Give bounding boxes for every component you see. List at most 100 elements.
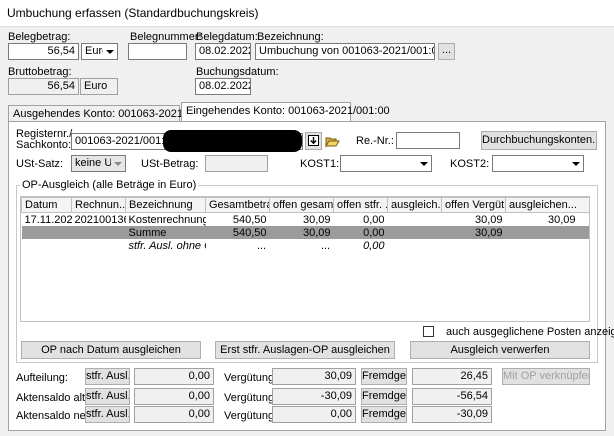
aktensaldo-neu-label: Aktensaldo neu: bbox=[16, 410, 95, 422]
table-cell: stfr. Ausl. ohne OP bbox=[128, 239, 206, 252]
renr-label: Re.-Nr.: bbox=[356, 135, 394, 147]
buchungsdatum-input[interactable]: 08.02.2022 bbox=[195, 78, 251, 95]
durchbuchungskonten-button[interactable]: Durchbuchungskonten... bbox=[481, 131, 597, 150]
table-row: stfr. Ausl. ohne OP ... ... 0,00 bbox=[22, 239, 590, 252]
stfr-ausl-button[interactable]: stfr. Ausl.: bbox=[85, 368, 130, 385]
table-cell[interactable] bbox=[388, 213, 442, 227]
open-folder-button[interactable] bbox=[324, 132, 341, 150]
kost2-label: KOST2: bbox=[450, 158, 490, 170]
table-cell bbox=[21, 226, 72, 239]
table-cell: Kostenrechnung bbox=[128, 213, 206, 226]
ust-satz-select[interactable]: keine USt bbox=[71, 155, 126, 172]
table-cell: ... bbox=[321, 239, 331, 252]
chevron-down-icon[interactable] bbox=[569, 156, 583, 171]
ust-satz-label: USt-Satz: bbox=[16, 158, 64, 170]
mit-op-verknuepfen-button[interactable]: Mit OP verknüpfen... bbox=[502, 368, 590, 385]
kost1-label: KOST1: bbox=[300, 158, 340, 170]
table-cell bbox=[71, 226, 126, 239]
table-cell: 30,09 bbox=[302, 213, 331, 226]
belegdatum-input[interactable]: 08.02.2022 bbox=[195, 43, 251, 60]
fremdgeld-button[interactable]: Fremdgeld: bbox=[361, 388, 407, 405]
column-header[interactable]: Gesamtbetrag bbox=[205, 197, 270, 213]
stfr-ausl-button[interactable]: stfr. Ausl.: bbox=[85, 406, 130, 423]
belegdatum-label: Belegdatum: bbox=[196, 31, 258, 43]
table-cell: 540,50 bbox=[232, 213, 267, 226]
aufteilung-label: Aufteilung: bbox=[16, 372, 68, 384]
show-balanced-checkbox[interactable] bbox=[423, 326, 434, 337]
column-header[interactable]: ausgleichen... bbox=[505, 197, 589, 213]
op-table: Datum Rechnun... Bezeichnung Gesamtbetra… bbox=[21, 197, 590, 252]
verguetung-value: -30,09 bbox=[272, 388, 356, 405]
folder-open-icon bbox=[325, 137, 340, 148]
table-cell: Summe bbox=[125, 226, 206, 239]
op-nach-datum-button[interactable]: OP nach Datum ausgleichen bbox=[21, 341, 201, 359]
table-cell bbox=[506, 239, 590, 252]
table-cell bbox=[387, 226, 442, 239]
verguetung-label: Vergütung: bbox=[224, 410, 278, 422]
ust-betrag-value bbox=[205, 155, 268, 172]
column-header[interactable]: offen stfr. ... bbox=[333, 197, 388, 213]
kost2-select[interactable] bbox=[492, 155, 584, 172]
title-bar: Umbuchung erfassen (Standardbuchungskrei… bbox=[0, 0, 614, 27]
table-cell: 540,50 bbox=[205, 226, 270, 239]
op-ausgleich-label: OP-Ausgleich (alle Beträge in Euro) bbox=[20, 179, 199, 191]
renr-input[interactable] bbox=[396, 132, 460, 149]
chevron-down-icon[interactable] bbox=[111, 156, 125, 171]
column-header[interactable]: Datum bbox=[21, 197, 72, 213]
table-cell bbox=[72, 239, 126, 252]
op-grid[interactable]: Datum Rechnun... Bezeichnung Gesamtbetra… bbox=[20, 196, 590, 322]
ausgleich-verwerfen-button[interactable]: Ausgleich verwerfen bbox=[410, 341, 590, 359]
fremdgeld-value: -30,09 bbox=[412, 406, 492, 423]
column-header[interactable]: offen gesamt bbox=[269, 197, 334, 213]
aktensaldo-alt-label: Aktensaldo alt: bbox=[16, 392, 89, 404]
column-header[interactable]: ausgleich... bbox=[387, 197, 442, 213]
table-cell: 17.11.2021 bbox=[24, 213, 72, 226]
column-header[interactable]: offen Vergüt... bbox=[441, 197, 506, 213]
redaction-bar bbox=[163, 130, 302, 152]
sachkonto-label: Sachkonto: bbox=[16, 139, 72, 151]
fremdgeld-value: -56,54 bbox=[412, 388, 492, 405]
bruttobetrag-currency: Euro bbox=[80, 78, 118, 95]
verguetung-label: Vergütung: bbox=[224, 372, 278, 384]
currency-select[interactable]: Euro bbox=[81, 43, 118, 60]
table-cell[interactable]: 30,09 bbox=[506, 213, 590, 227]
bezeichnung-input[interactable]: Umbuchung von 001063-2021/001:00 auf 00 bbox=[255, 43, 435, 60]
tab-eingehendes-konto[interactable]: Eingehendes Konto: 001063-2021/001:00 bbox=[181, 102, 390, 122]
belegnummer-input[interactable] bbox=[128, 43, 187, 60]
download-icon bbox=[308, 135, 319, 146]
table-cell: 30,09 bbox=[269, 226, 334, 239]
table-cell: ... bbox=[257, 239, 267, 252]
bruttobetrag-label: Bruttobetrag: bbox=[8, 66, 72, 78]
bruttobetrag-value: 56,54 bbox=[8, 78, 79, 95]
belegbetrag-label: Belegbetrag: bbox=[8, 31, 71, 43]
table-cell: 30,09 bbox=[441, 226, 506, 239]
verguetung-label: Vergütung: bbox=[224, 392, 278, 404]
stfr-ausl-button[interactable]: stfr. Ausl.: bbox=[85, 388, 130, 405]
chevron-down-icon[interactable] bbox=[103, 44, 117, 59]
belegnummer-label: Belegnummer: bbox=[130, 31, 202, 43]
verguetung-value: 30,09 bbox=[272, 368, 356, 385]
op-header-row: Datum Rechnun... Bezeichnung Gesamtbetra… bbox=[21, 197, 589, 213]
tab-ausgehendes-konto[interactable]: Ausgehendes Konto: 001063-2021/001:00 bbox=[8, 105, 220, 122]
download-button[interactable] bbox=[305, 132, 322, 150]
belegbetrag-input[interactable]: 56,54 bbox=[8, 43, 79, 60]
bezeichnung-more-button[interactable]: ... bbox=[438, 43, 455, 60]
table-cell bbox=[388, 239, 442, 252]
window-title: Umbuchung erfassen (Standardbuchungskrei… bbox=[7, 6, 259, 20]
column-header[interactable]: Rechnun... bbox=[71, 197, 126, 213]
table-cell: 0,00 bbox=[363, 213, 385, 226]
table-cell bbox=[505, 226, 589, 239]
erst-stfr-button[interactable]: Erst stfr. Auslagen-OP ausgleichen bbox=[215, 341, 395, 359]
fremdgeld-button[interactable]: Fremdgeld: bbox=[361, 406, 407, 423]
table-cell bbox=[442, 239, 506, 252]
table-row-sum: Summe 540,50 30,09 0,00 30,09 bbox=[21, 226, 589, 239]
column-header[interactable]: Bezeichnung bbox=[125, 197, 206, 213]
table-row[interactable]: 17.11.2021 2021001369 Kostenrechnung 540… bbox=[22, 213, 590, 227]
chevron-down-icon[interactable] bbox=[417, 156, 431, 171]
stfr-ausl-value: 0,00 bbox=[134, 388, 214, 405]
kost1-select[interactable] bbox=[340, 155, 432, 172]
fremdgeld-button[interactable]: Fremdgeld: bbox=[361, 368, 407, 385]
table-cell: 30,09 bbox=[474, 213, 503, 226]
ust-betrag-label: USt-Betrag: bbox=[141, 158, 199, 170]
bezeichnung-label: Bezeichnung: bbox=[257, 31, 324, 43]
